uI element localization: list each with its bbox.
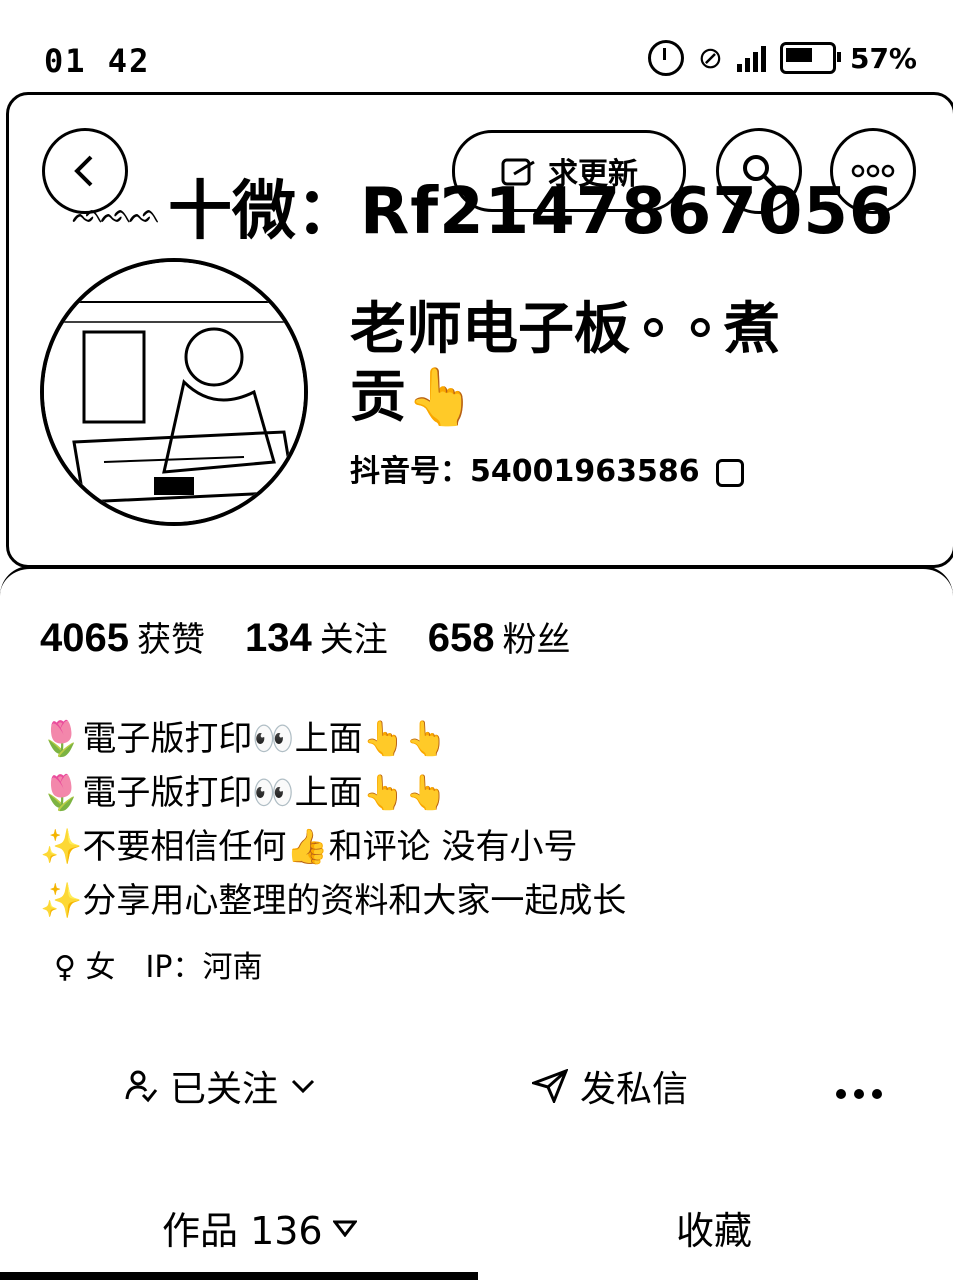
bio-line: 🌷電子版打印👀上面👆👆 [40,773,448,813]
likes-count: 4065 [40,616,129,660]
nickname-line-2: 贡👆 [350,365,476,430]
message-button[interactable]: 发私信 [532,1060,688,1112]
message-label: 发私信 [580,1069,689,1110]
avatar-image [44,262,304,522]
send-icon [532,1069,568,1103]
status-time: 01 42 [44,42,151,80]
followers-label: 粉丝 [502,620,571,660]
battery-percent: 57% [849,41,917,75]
signal-icon [736,44,766,72]
nickname-watermark: 十微：Rf2147867056 [168,160,894,252]
douyin-id-text: 抖音号：54001963586 [350,454,700,489]
bio-section: 🌷電子版打印👀上面👆👆 🌷電子版打印👀上面👆👆 ✨不要相信任何👍和评论 没有小号… [40,712,626,928]
copy-icon[interactable] [716,458,745,487]
followers-count: 658 [427,616,495,660]
alarm-icon [647,40,684,76]
followed-label: 已关注 [170,1069,279,1110]
douyin-id[interactable]: 抖音号：54001963586 [350,446,745,490]
stats-row: 4065 获赞 134 关注 658 粉丝 [40,612,570,661]
following-count: 134 [244,616,312,660]
content-tabs: 作品 136 收藏 [0,1190,953,1280]
watermark-text: 十微： [168,175,360,249]
stat-likes[interactable]: 4065 获赞 [40,612,205,661]
more-horizontal-icon [836,1089,882,1099]
bio-line: ✨不要相信任何👍和评论 没有小号 [40,827,578,867]
stat-followers[interactable]: 658 粉丝 [428,612,571,661]
gender-tag: ♀ 女 [54,950,116,985]
chevron-down-icon [291,1079,315,1094]
watermark-id: Rf2147867056 [360,175,895,249]
status-icons: ⊘ 57% [647,40,917,76]
tab-collections[interactable]: 收藏 [676,1200,752,1255]
likes-label: 获赞 [136,620,205,660]
nickname-line-1: 老师电子板⚬⚬煮 [350,297,780,362]
followed-button[interactable]: 已关注 [124,1060,316,1112]
active-tab-indicator [0,1272,478,1280]
tab-works[interactable]: 作品 136 [162,1200,357,1255]
profile-nickname: 老师电子板⚬⚬煮 贡👆 [350,296,910,432]
chevron-left-icon [74,155,93,187]
profile-meta: ♀ 女 IP：河南 [54,942,262,986]
decor-glyphs: ᨒᨒᨒ [72,200,161,230]
bio-line: 🌷電子版打印👀上面👆👆 [40,719,448,759]
tab-works-label: 作品 136 [162,1209,323,1253]
bio-line: ✨分享用心整理的资料和大家一起成长 [40,881,627,921]
stat-following[interactable]: 134 关注 [245,612,388,661]
action-row: 已关注 发私信 [0,1060,953,1120]
battery-icon [779,42,841,74]
tab-collections-label: 收藏 [676,1209,753,1253]
following-label: 关注 [319,620,388,660]
caret-down-icon [332,1220,357,1237]
user-check-icon [125,1070,158,1103]
mute-icon: ⊘ [697,40,723,76]
avatar[interactable] [40,258,308,526]
ip-location: IP：河南 [145,950,263,985]
status-bar: 01 42 ⊘ 57% [0,0,953,92]
more-actions-button[interactable] [835,1064,883,1110]
